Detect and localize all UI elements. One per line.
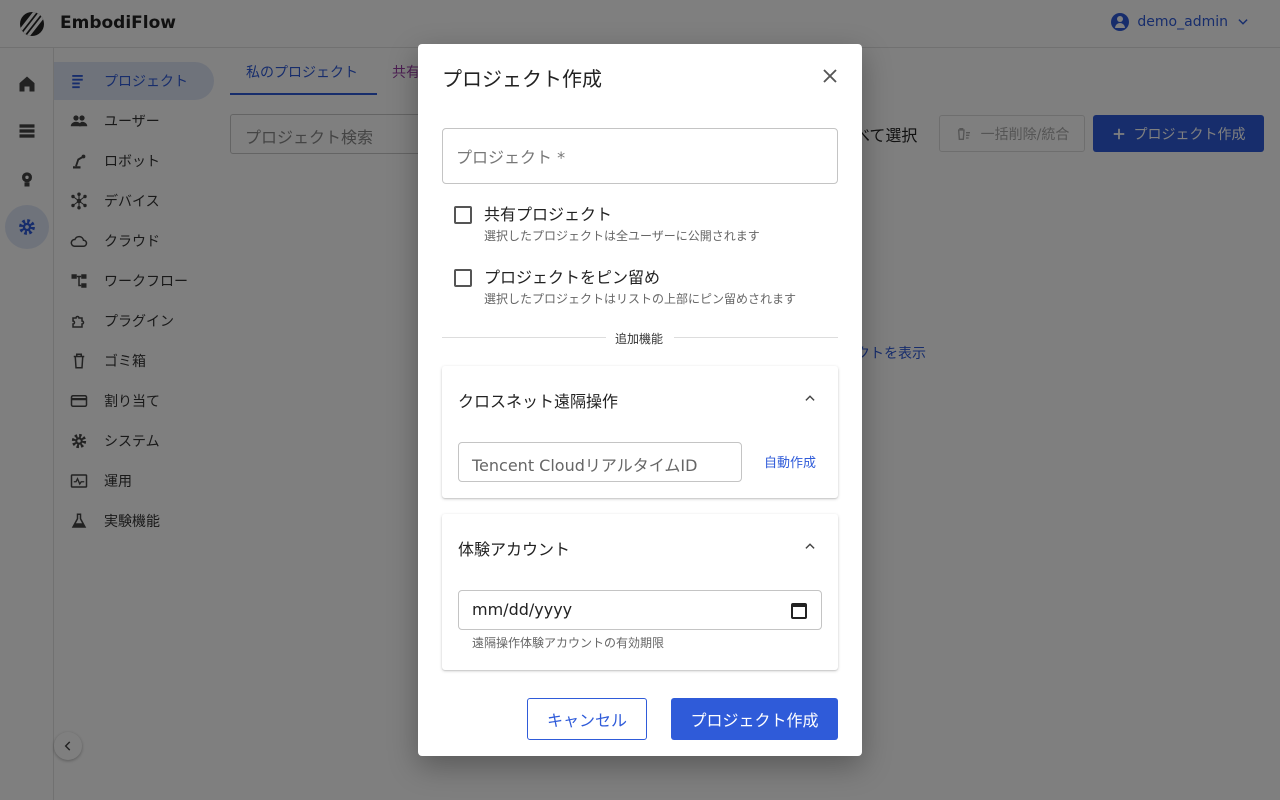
additional-features-divider: 追加機能	[615, 332, 664, 346]
date-placeholder: mm/dd/yyyy	[472, 600, 573, 619]
trial-expiry-date-input[interactable]: mm/dd/yyyy	[458, 590, 822, 630]
trial-section-title[interactable]: 体験アカウント	[458, 536, 570, 560]
create-project-dialog: プロジェクト作成 プロジェクト * 共有プロジェクト 選択したプロジェクトは全ユ…	[418, 44, 862, 756]
shared-project-checkbox[interactable]	[454, 206, 472, 224]
cancel-button[interactable]: キャンセル	[527, 698, 647, 740]
crossnet-section-title[interactable]: クロスネット遠隔操作	[458, 388, 618, 412]
submit-create-project-button[interactable]: プロジェクト作成	[671, 698, 838, 740]
tencent-realtime-id-input[interactable]: Tencent CloudリアルタイムID	[458, 442, 742, 482]
crossnet-teleop-section: クロスネット遠隔操作 Tencent CloudリアルタイムID 自動作成	[442, 366, 838, 498]
dialog-close-button[interactable]	[816, 62, 844, 90]
shared-project-label: 共有プロジェクト	[484, 205, 613, 224]
chevron-up-icon	[805, 395, 815, 401]
close-icon	[823, 69, 837, 83]
trial-account-section: 体験アカウント mm/dd/yyyy 遠隔操作体験アカウントの有効期限	[442, 514, 838, 670]
crossnet-collapse-toggle[interactable]	[800, 388, 820, 408]
pin-project-label: プロジェクトをピン留め	[484, 268, 661, 287]
trial-collapse-toggle[interactable]	[800, 536, 820, 556]
pin-project-checkbox[interactable]	[454, 269, 472, 287]
trial-expiry-help-text: 遠隔操作体験アカウントの有効期限	[472, 636, 665, 650]
pin-project-description: 選択したプロジェクトはリストの上部にピン留めされます	[484, 292, 797, 306]
chevron-up-icon	[805, 543, 815, 549]
divider-right	[674, 337, 838, 338]
divider-left	[442, 337, 606, 338]
shared-project-description: 選択したプロジェクトは全ユーザーに公開されます	[484, 229, 760, 243]
auto-create-button[interactable]: 自動作成	[764, 452, 816, 471]
calendar-icon[interactable]	[791, 603, 807, 619]
dialog-title: プロジェクト作成	[442, 67, 602, 91]
project-name-field[interactable]: プロジェクト *	[442, 128, 838, 184]
